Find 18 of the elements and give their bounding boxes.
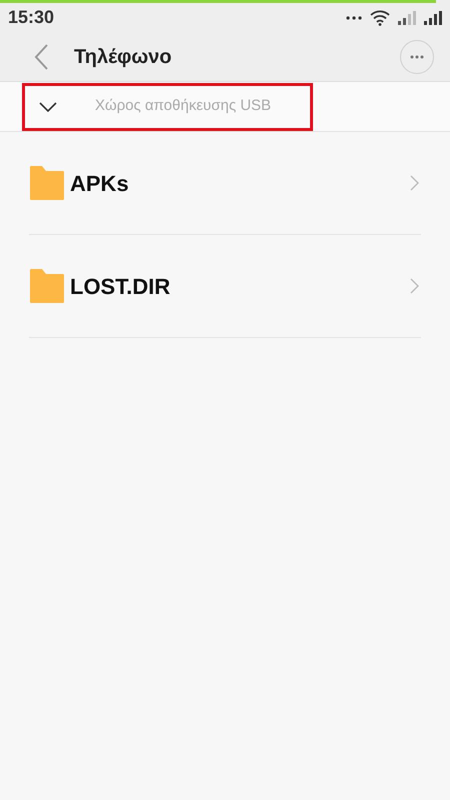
folder-icon [29,268,65,304]
status-time: 15:30 [8,6,54,29]
more-options-button[interactable] [400,40,434,74]
more-dots-icon [346,16,362,20]
chevron-down-icon [39,102,57,112]
screen-title: Τηλέφωνο [74,44,172,70]
folder-row[interactable]: LOST.DIR [29,235,421,338]
more-icon [410,54,424,58]
folder-row[interactable]: APKs [29,132,421,235]
signal-icon [398,10,416,24]
folder-name: APKs [70,170,129,198]
folder-icon [29,165,65,201]
wifi-icon [370,10,390,26]
back-icon [33,42,49,70]
signal-icon [424,10,442,24]
chevron-right-icon [410,278,419,294]
folder-name: LOST.DIR [70,272,170,300]
chevron-right-icon [410,175,419,191]
